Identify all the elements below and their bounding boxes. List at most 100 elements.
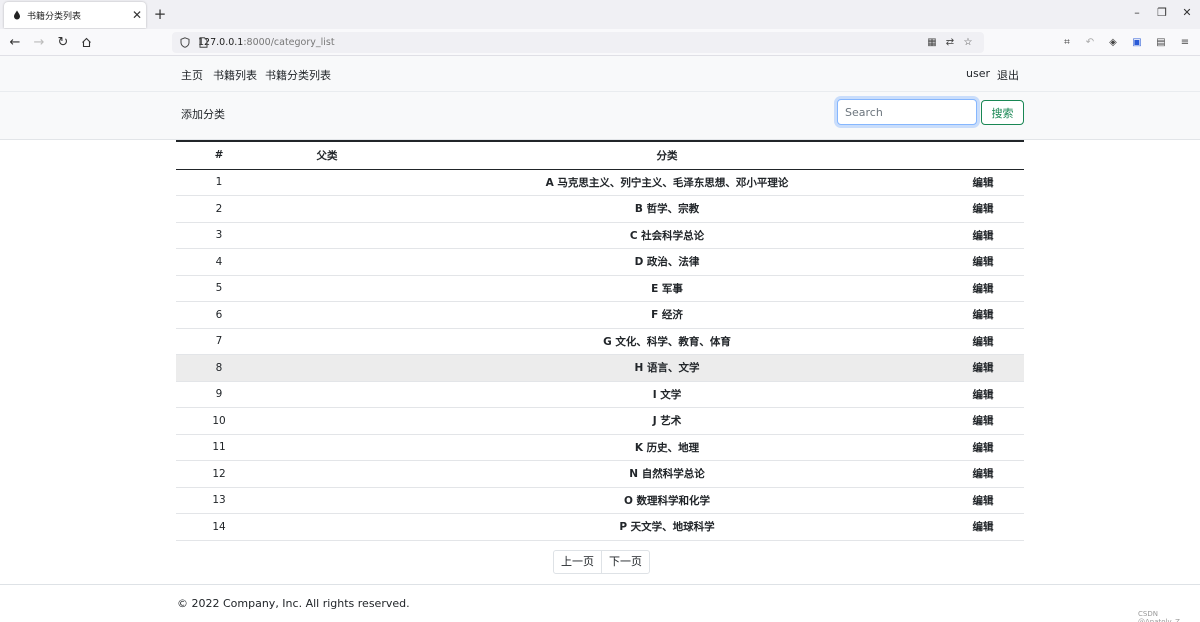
table-row: 14 P 天文学、地球科学 编辑 (176, 514, 1024, 541)
row-number: 5 (215, 282, 223, 295)
nav-category-list-link[interactable]: 书籍分类列表 (265, 67, 331, 83)
row-category: K 历史、地理 (634, 441, 700, 454)
row-number: 1 (215, 176, 223, 189)
row-number: 13 (212, 494, 226, 507)
forward-icon[interactable]: → (30, 33, 48, 51)
category-table: # 父类 分类 1A 马克思主义、列宁主义、毛泽东思想、邓小平理论 编辑 2 B 哲学… (176, 140, 1024, 541)
row-edit-cell: 编辑 (942, 381, 1024, 408)
row-category: E 军事 (651, 282, 683, 295)
table-header-row: # 父类 分类 (176, 141, 1024, 169)
prev-page-button[interactable]: 上一页 (554, 551, 601, 573)
table-row: 10 J 艺术 编辑 (176, 408, 1024, 435)
edit-link[interactable]: 编辑 (973, 362, 994, 374)
shield-icon[interactable] (178, 35, 192, 49)
nav-home-link[interactable]: 主页 (181, 67, 203, 83)
watermark: CSDN @Anatoly_Z (1138, 610, 1180, 622)
table-row: 11 K 历史、地理 编辑 (176, 434, 1024, 461)
table-row: 13 O 数理科学和化学 编辑 (176, 487, 1024, 514)
row-category: A 马克思主义、列宁主义、毛泽东思想、邓小平理论 (545, 176, 789, 189)
row-number: 3 (215, 229, 223, 242)
crop-icon[interactable]: ⌗ (1060, 35, 1074, 49)
row-edit-cell: 编辑 (942, 461, 1024, 488)
edit-link[interactable]: 编辑 (973, 521, 994, 533)
row-edit-cell: 编辑 (942, 249, 1024, 276)
row-category: H 语言、文学 (634, 362, 700, 375)
row-parent (262, 222, 392, 249)
row-parent (262, 328, 392, 355)
row-edit-cell: 编辑 (942, 434, 1024, 461)
nav-user-link[interactable]: user (966, 67, 990, 80)
tab-title: 书籍分类列表 (27, 11, 82, 22)
close-icon[interactable]: ✕ (128, 8, 146, 22)
row-edit-cell: 编辑 (942, 355, 1024, 382)
pagination: 上一页 下一页 (553, 550, 650, 574)
row-number: 2 (215, 202, 223, 215)
nav-logout-link[interactable]: 退出 (997, 67, 1019, 83)
row-category: N 自然科学总论 (629, 468, 705, 481)
edit-link[interactable]: 编辑 (973, 203, 994, 215)
edit-link[interactable]: 编辑 (973, 468, 994, 480)
row-edit-cell: 编辑 (942, 487, 1024, 514)
edit-link[interactable]: 编辑 (973, 336, 994, 348)
reader-icon[interactable]: ▤ (1154, 35, 1168, 49)
browser-tab[interactable]: 书籍分类列表 ✕ (4, 2, 146, 28)
header-number: # (214, 149, 224, 162)
row-category: O 数理科学和化学 (623, 494, 711, 507)
table-row: 1 A 马克思主义、列宁主义、毛泽东思想、邓小平理论 编辑 (176, 169, 1024, 196)
search-input[interactable] (837, 99, 977, 125)
row-category: F 经济 (651, 309, 683, 322)
bookmark-star-icon[interactable]: ☆ (961, 35, 975, 49)
table-row: 2 B 哲学、宗教 编辑 (176, 196, 1024, 223)
row-edit-cell: 编辑 (942, 514, 1024, 541)
footer-divider (0, 584, 1200, 585)
undo-icon[interactable]: ↶ (1083, 35, 1097, 49)
row-edit-cell: 编辑 (942, 302, 1024, 329)
new-tab-icon[interactable]: + (152, 5, 168, 23)
row-edit-cell: 编辑 (942, 328, 1024, 355)
row-parent (262, 196, 392, 223)
address-bar[interactable]: 127.0.0.1:8000/category_list ▦ ⇄ ☆ (172, 32, 984, 53)
edit-link[interactable]: 编辑 (973, 389, 994, 401)
table-row: 9 I 文学 编辑 (176, 381, 1024, 408)
home-icon[interactable] (77, 33, 95, 51)
next-page-button[interactable]: 下一页 (601, 551, 649, 573)
url-text[interactable]: 127.0.0.1:8000/category_list (198, 37, 335, 48)
edit-link[interactable]: 编辑 (973, 309, 994, 321)
row-category: P 天文学、地球科学 (619, 521, 715, 534)
edit-link[interactable]: 编辑 (973, 256, 994, 268)
row-parent (262, 408, 392, 435)
edit-link[interactable]: 编辑 (973, 415, 994, 427)
add-category-link[interactable]: 添加分类 (181, 106, 225, 122)
menu-icon[interactable]: ≡ (1178, 35, 1192, 49)
header-category: 分类 (656, 149, 678, 162)
translate-icon[interactable]: ⇄ (943, 35, 957, 49)
restore-icon[interactable]: ❐ (1155, 6, 1169, 19)
table-row: 7 G 文化、科学、教育、体育 编辑 (176, 328, 1024, 355)
footer-copyright: © 2022 Company, Inc. All rights reserved… (177, 597, 410, 610)
search-button[interactable]: 搜索 (981, 100, 1024, 125)
nav-book-list-link[interactable]: 书籍列表 (213, 67, 257, 83)
row-parent (262, 355, 392, 382)
row-number: 6 (215, 308, 223, 321)
table-row: 5 E 军事 编辑 (176, 275, 1024, 302)
minimize-icon[interactable]: – (1130, 6, 1144, 19)
back-icon[interactable]: ← (6, 33, 24, 51)
row-parent (262, 275, 392, 302)
row-parent (262, 487, 392, 514)
page-icon[interactable] (196, 35, 210, 49)
browser-tab-strip: 书籍分类列表 ✕ + – ❐ ✕ (0, 0, 1200, 29)
edit-link[interactable]: 编辑 (973, 230, 994, 242)
header-parent: 父类 (316, 149, 338, 162)
edit-link[interactable]: 编辑 (973, 442, 994, 454)
edit-link[interactable]: 编辑 (973, 283, 994, 295)
edit-link[interactable]: 编辑 (973, 495, 994, 507)
qr-code-icon[interactable]: ▦ (925, 35, 939, 49)
table-row: 4 D 政治、法律 编辑 (176, 249, 1024, 276)
edit-link[interactable]: 编辑 (973, 177, 994, 189)
row-category: D 政治、法律 (634, 256, 700, 269)
translator-icon[interactable]: ▣ (1130, 35, 1144, 49)
extension-icon[interactable]: ◈ (1106, 35, 1120, 49)
row-parent (262, 169, 392, 196)
window-close-icon[interactable]: ✕ (1180, 6, 1194, 19)
reload-icon[interactable]: ↻ (54, 33, 72, 51)
